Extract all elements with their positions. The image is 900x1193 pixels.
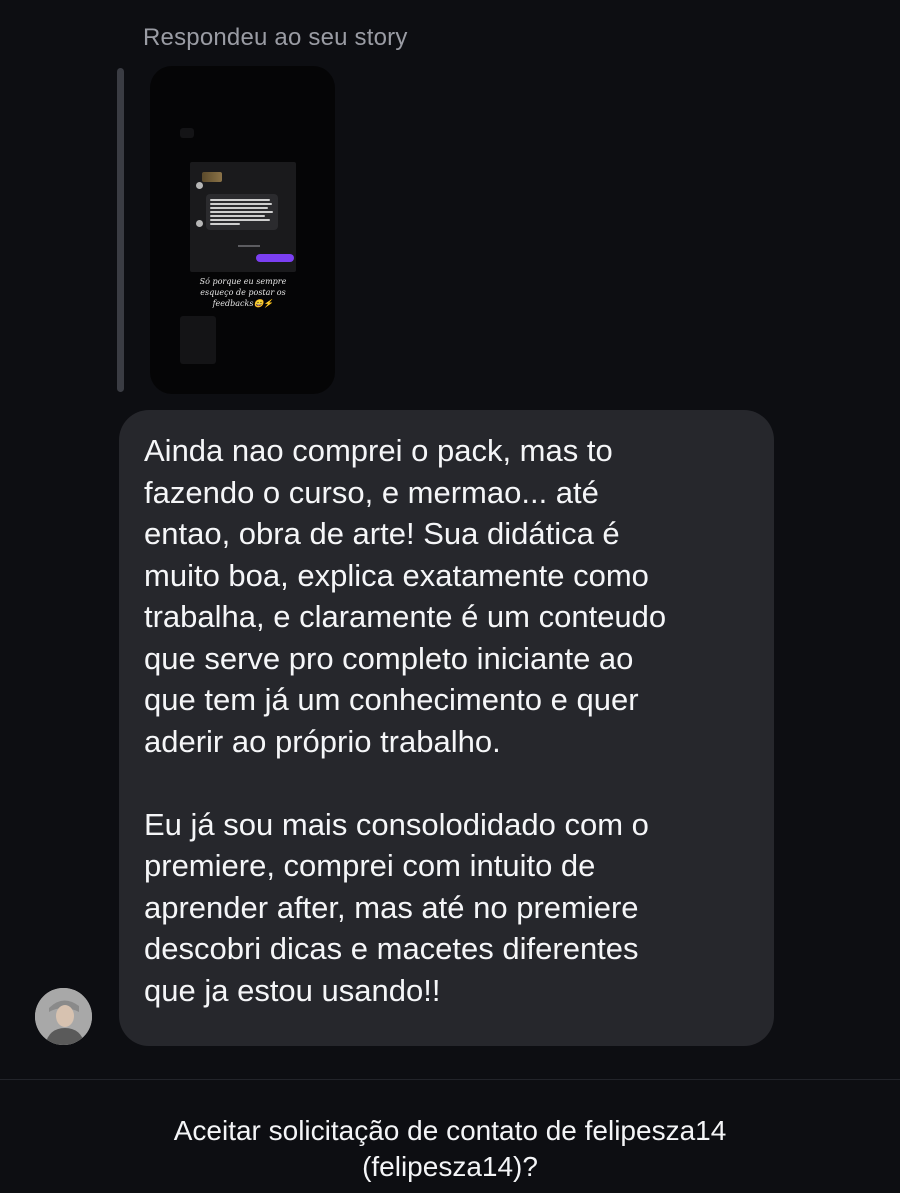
contact-request-prompt: Aceitar solicitação de contato de felipe… (60, 1113, 840, 1185)
story-screenshot-card (190, 162, 296, 272)
request-line-1: Aceitar solicitação de contato de felipe… (173, 1115, 727, 1146)
message-paragraph-2: Eu já sou mais consolodidado com o premi… (144, 806, 649, 1008)
request-line-2: (felipesza14)? (362, 1151, 538, 1182)
reply-header: Respondeu ao seu story (143, 24, 408, 51)
message-bubble[interactable]: Ainda nao comprei o pack, mas to fazendo… (119, 410, 774, 1046)
story-avatar-icon (196, 220, 203, 227)
story-message-bubble (206, 194, 278, 230)
story-reply-bubble (256, 254, 294, 262)
message-paragraph-1: Ainda nao comprei o pack, mas to fazendo… (144, 433, 667, 759)
story-faint-block (180, 316, 216, 364)
story-thumbnail[interactable]: Só porque eu sempre esqueço de postar os… (150, 66, 335, 394)
divider (0, 1079, 900, 1080)
story-date-line (238, 245, 260, 247)
user-avatar-icon (35, 988, 92, 1045)
story-caption: Só porque eu sempre esqueço de postar os… (199, 277, 287, 308)
story-faint-block (180, 128, 194, 138)
sender-avatar[interactable] (35, 988, 92, 1045)
reply-indicator-bar (117, 68, 124, 392)
story-avatar-icon (196, 182, 203, 189)
story-image-icon (202, 172, 222, 182)
message-paragraph-spacer (144, 762, 750, 804)
